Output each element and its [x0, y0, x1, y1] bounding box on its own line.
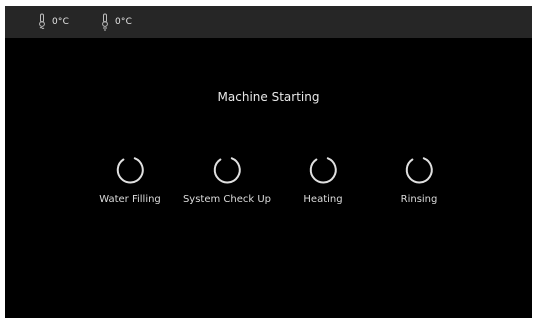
step-rinsing: Rinsing — [364, 154, 474, 205]
step-heating: Heating — [268, 154, 378, 205]
thermometer-water-icon — [38, 13, 46, 31]
thermometer-steam-icon — [101, 13, 109, 31]
step-water-filling: Water Filling — [75, 154, 185, 205]
step-label: Rinsing — [400, 194, 438, 205]
water-temperature-value: 0°C — [52, 17, 70, 27]
loading-spinner-icon — [405, 157, 433, 184]
water-temperature: 0°C — [38, 12, 69, 32]
steam-temperature-value: 0°C — [115, 17, 133, 27]
machine-screen: 0°C 0°C Machine Starting Water Filling S… — [5, 6, 532, 318]
step-label: Water Filling — [99, 194, 161, 205]
step-system-check-up: System Check Up — [172, 154, 282, 205]
step-label: System Check Up — [182, 194, 272, 205]
loading-spinner-icon — [116, 157, 144, 184]
loading-spinner-icon — [309, 157, 337, 184]
steam-temperature: 0°C — [101, 12, 132, 32]
step-label: Heating — [303, 194, 343, 205]
page-title: Machine Starting — [217, 90, 320, 104]
loading-spinner-icon — [213, 157, 241, 184]
status-bar: 0°C 0°C — [5, 6, 532, 38]
